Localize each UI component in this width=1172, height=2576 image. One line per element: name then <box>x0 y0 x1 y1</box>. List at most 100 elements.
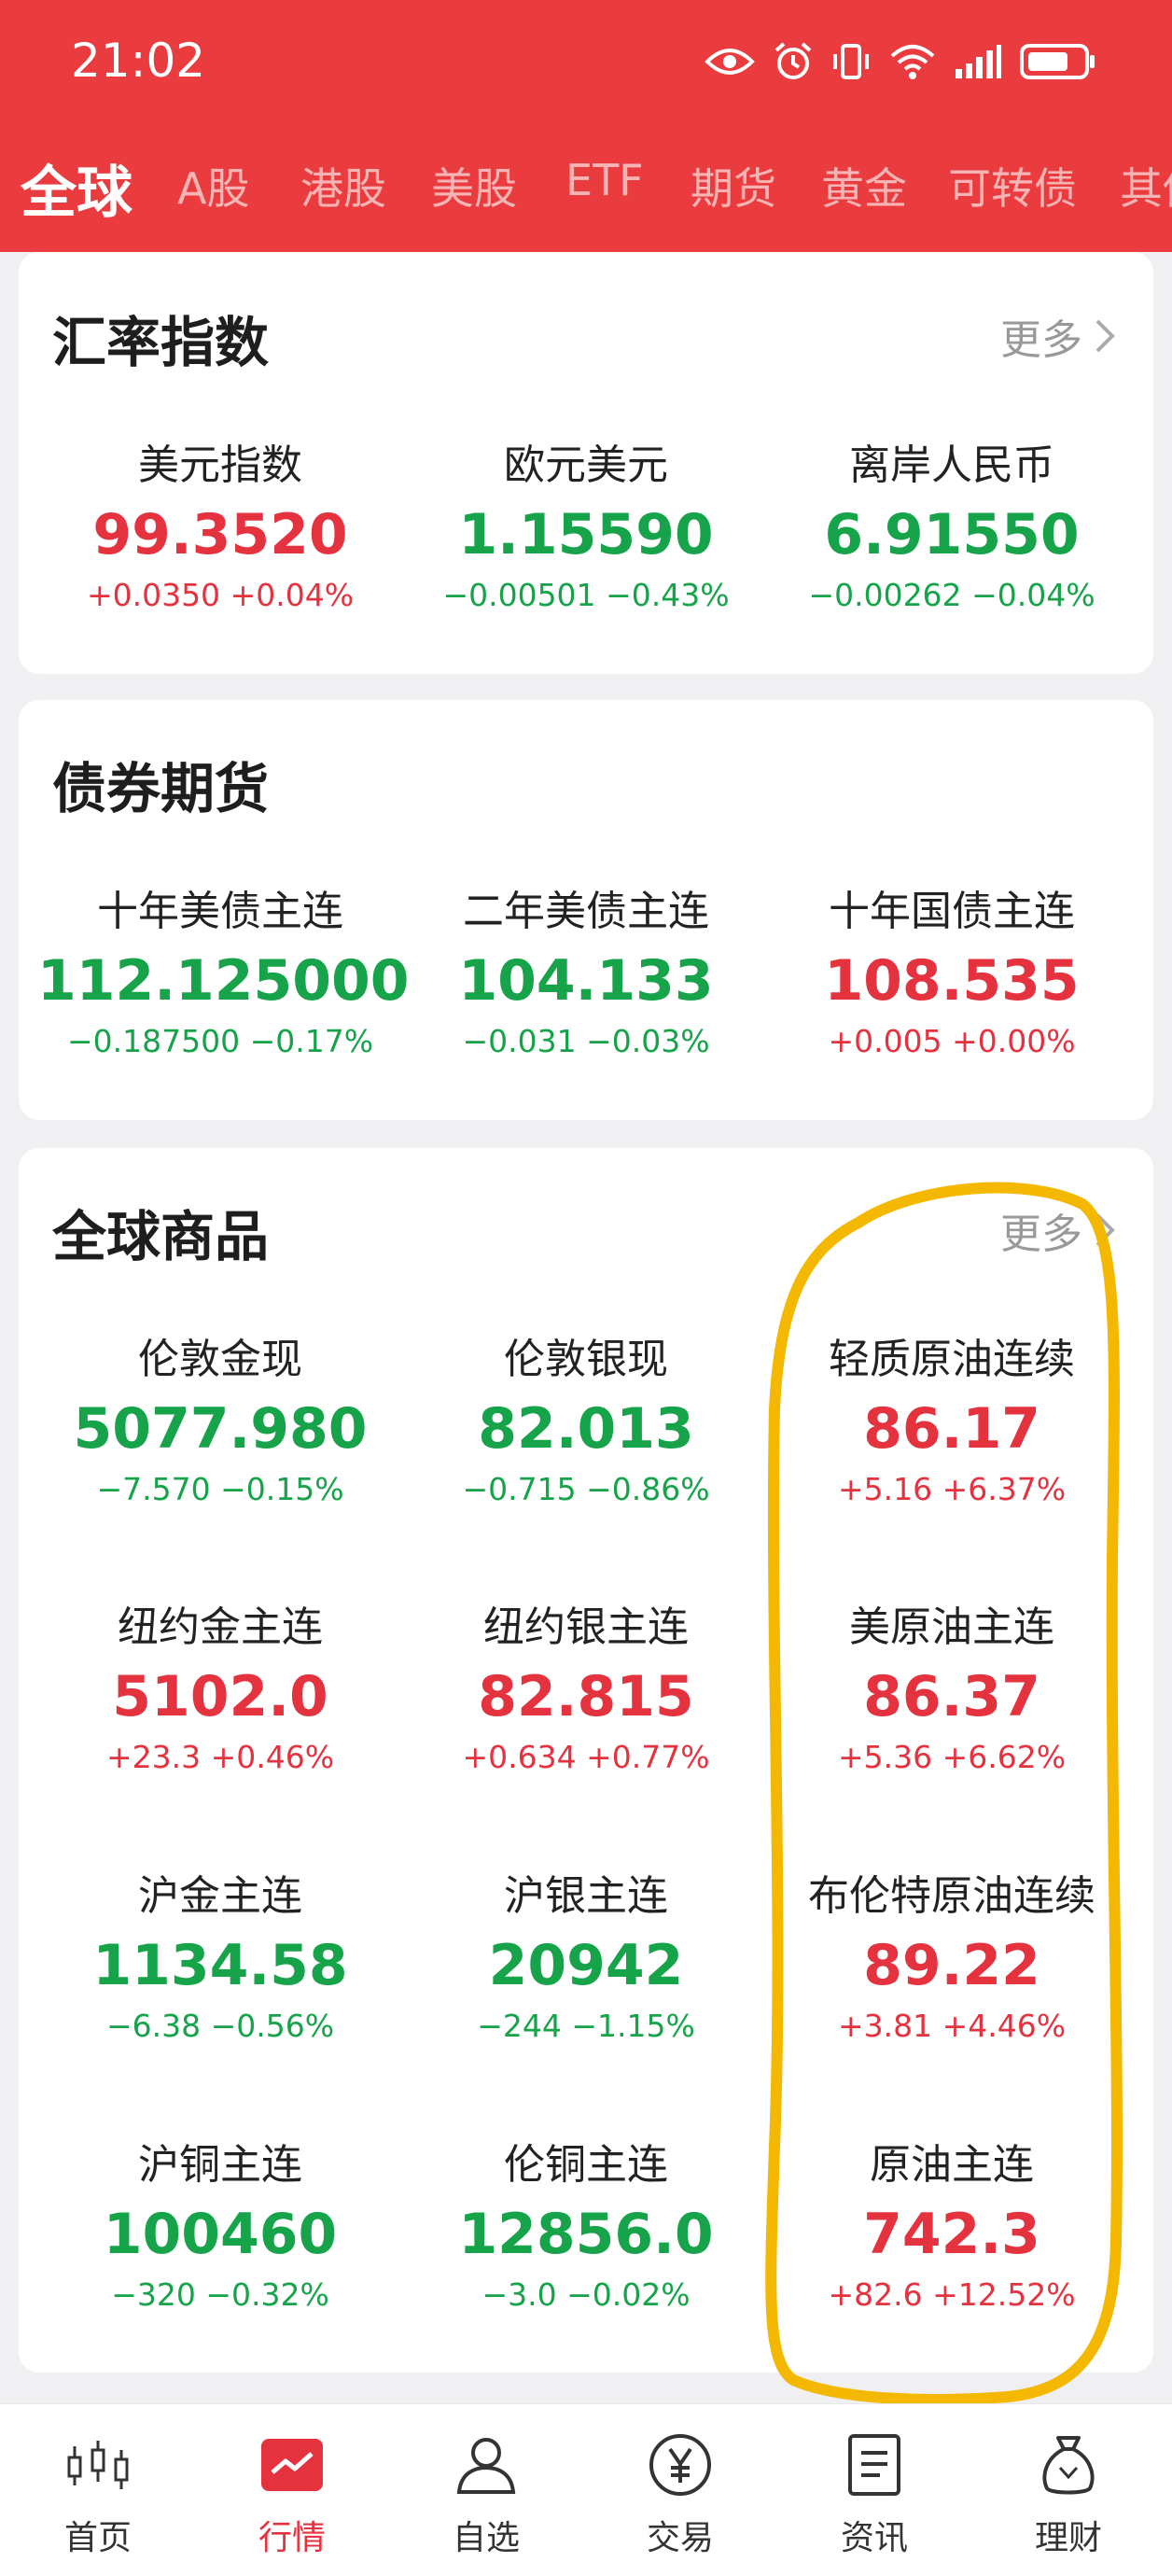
quote-london-silver-spot[interactable]: 伦敦银现 82.013 −0.715 −0.86% <box>403 1325 769 1507</box>
tab-a-shares[interactable]: A股 <box>177 155 249 217</box>
tab-gold[interactable]: 黄金 <box>821 155 907 217</box>
quote-change: +0.634 +0.77% <box>462 1739 710 1775</box>
quote-name: 沪铜主连 <box>138 2141 302 2189</box>
status-bar: 21:02 <box>0 0 1172 140</box>
tab-us-stocks[interactable]: 美股 <box>431 155 517 217</box>
document-icon <box>848 2434 900 2496</box>
quote-price: 82.013 <box>478 1396 694 1462</box>
exchange-rate-title: 汇率指数 <box>52 311 270 374</box>
quote-price: 89.22 <box>863 1933 1040 1998</box>
nav-home[interactable]: 首页 <box>28 2432 168 2559</box>
quote-change: +5.16 +6.37% <box>837 1471 1067 1507</box>
tab-futures[interactable]: 期货 <box>691 155 776 217</box>
tab-global[interactable]: 全球 <box>21 147 133 229</box>
nav-label: 资讯 <box>840 2519 908 2557</box>
quote-name: 十年国债主连 <box>829 888 1075 935</box>
nav-news[interactable]: 资讯 <box>804 2432 944 2559</box>
wifi-icon <box>890 45 935 79</box>
market-tabs: 全球 A股 港股 美股 ETF 期货 黄金 可转债 其他 <box>0 140 1172 252</box>
quote-change: −0.031 −0.03% <box>462 1023 710 1059</box>
nav-label: 理财 <box>1034 2519 1102 2557</box>
quote-name: 二年美债主连 <box>463 888 709 935</box>
quote-shanghai-silver-main[interactable]: 沪银主连 20942 −244 −1.15% <box>403 1862 769 2044</box>
quote-eur-usd[interactable]: 欧元美元 1.15590 −0.00501 −0.43% <box>403 431 769 613</box>
quote-price: 86.17 <box>863 1396 1040 1462</box>
eye-icon <box>705 49 755 75</box>
quote-name: 美原油主连 <box>849 1603 1054 1651</box>
chevron-right-icon <box>1095 319 1115 353</box>
quote-brent-crude-continuous[interactable]: 布伦特原油连续 89.22 +3.81 +4.46% <box>769 1862 1135 2044</box>
quote-us-dollar-index[interactable]: 美元指数 99.3520 +0.0350 +0.04% <box>37 431 403 613</box>
quote-london-copper-main[interactable]: 伦铜主连 12856.0 −3.0 −0.02% <box>403 2131 769 2313</box>
quote-price: 6.91550 <box>824 502 1080 567</box>
quote-price: 112.125000 <box>37 948 410 1014</box>
more-label: 更多 <box>1000 1211 1082 1258</box>
quote-10y-us-treasury[interactable]: 十年美债主连 112.125000 −0.187500 −0.17% <box>37 877 410 1059</box>
quote-change: −6.38 −0.56% <box>105 2008 335 2044</box>
quote-2y-us-treasury[interactable]: 二年美债主连 104.133 −0.031 −0.03% <box>403 877 769 1059</box>
quote-name: 伦铜主连 <box>504 2141 668 2189</box>
quote-change: +5.36 +6.62% <box>837 1739 1067 1775</box>
quote-crude-oil-main[interactable]: 原油主连 742.3 +82.6 +12.52% <box>769 2131 1135 2313</box>
quote-change: −320 −0.32% <box>111 2276 329 2313</box>
quote-change: −3.0 −0.02% <box>481 2276 691 2313</box>
quote-name: 纽约银主连 <box>483 1603 689 1651</box>
nav-wealth[interactable]: 理财 <box>998 2432 1138 2559</box>
quote-london-gold-spot[interactable]: 伦敦金现 5077.980 −7.570 −0.15% <box>37 1325 403 1507</box>
global-commodities-card: 全球商品 更多 伦敦金现 5077.980 −7.570 −0.15% 伦敦银现… <box>19 1148 1153 2373</box>
nav-market[interactable]: 行情 <box>222 2432 362 2559</box>
user-icon <box>456 2438 516 2494</box>
quote-nymex-silver-main[interactable]: 纽约银主连 82.815 +0.634 +0.77% <box>403 1593 769 1775</box>
alarm-icon <box>774 42 812 79</box>
nav-label: 交易 <box>646 2519 714 2557</box>
quote-change: +3.81 +4.46% <box>837 2008 1067 2044</box>
quote-change: −0.715 −0.86% <box>462 1471 710 1507</box>
quote-price: 12856.0 <box>458 2202 714 2267</box>
quote-change: +23.3 +0.46% <box>105 1739 335 1775</box>
quote-price: 1134.58 <box>92 1933 348 1998</box>
exchange-rate-card: 汇率指数 更多 美元指数 99.3520 +0.0350 +0.04% 欧元美元… <box>19 252 1153 674</box>
bond-futures-card: 债券期货 十年美债主连 112.125000 −0.187500 −0.17% … <box>19 700 1153 1120</box>
candlestick-icon <box>67 2441 129 2489</box>
quote-price: 108.535 <box>824 948 1080 1014</box>
quote-shanghai-gold-main[interactable]: 沪金主连 1134.58 −6.38 −0.56% <box>37 1862 403 2044</box>
quote-change: −0.00501 −0.43% <box>442 577 730 613</box>
exchange-more-link[interactable]: 更多 <box>1000 306 1116 366</box>
money-bag-icon <box>1042 2436 1095 2495</box>
yen-icon <box>649 2434 711 2496</box>
nav-label: 行情 <box>258 2519 326 2557</box>
quote-change: +82.6 +12.52% <box>828 2276 1076 2313</box>
bottom-navigation: 首页 行情 自选 交易 资讯 理财 <box>0 2403 1172 2576</box>
quote-nymex-gold-main[interactable]: 纽约金主连 5102.0 +23.3 +0.46% <box>37 1593 403 1775</box>
nav-trade[interactable]: 交易 <box>610 2432 750 2559</box>
quote-light-crude-continuous[interactable]: 轻质原油连续 86.17 +5.16 +6.37% <box>769 1325 1135 1507</box>
chevron-right-icon <box>1095 1213 1115 1247</box>
quote-price: 1.15590 <box>458 502 714 567</box>
nav-watchlist[interactable]: 自选 <box>416 2432 556 2559</box>
quote-name: 欧元美元 <box>504 441 668 489</box>
quote-name: 原油主连 <box>870 2141 1034 2189</box>
tab-convertible-bonds[interactable]: 可转债 <box>948 155 1077 217</box>
quote-change: −244 −1.15% <box>477 2008 695 2044</box>
commodities-title: 全球商品 <box>52 1205 270 1268</box>
quote-price: 82.815 <box>478 1664 694 1729</box>
quote-change: −0.00262 −0.04% <box>808 577 1095 613</box>
nav-label: 自选 <box>452 2519 520 2557</box>
quote-name: 十年美债主连 <box>97 888 343 935</box>
nav-label: 首页 <box>63 2519 132 2557</box>
quote-name: 纽约金主连 <box>118 1603 323 1651</box>
quote-name: 美元指数 <box>138 441 302 489</box>
commodities-more-link[interactable]: 更多 <box>1000 1200 1116 1260</box>
quote-change: +0.005 +0.00% <box>828 1023 1076 1059</box>
quote-name: 沪银主连 <box>504 1872 668 1920</box>
quote-shanghai-copper-main[interactable]: 沪铜主连 100460 −320 −0.32% <box>37 2131 403 2313</box>
tab-hk-stocks[interactable]: 港股 <box>300 155 386 217</box>
battery-icon <box>1020 44 1095 79</box>
quote-offshore-rmb[interactable]: 离岸人民币 6.91550 −0.00262 −0.04% <box>769 431 1135 613</box>
quote-us-crude-main[interactable]: 美原油主连 86.37 +5.36 +6.62% <box>769 1593 1135 1775</box>
quote-change: +0.0350 +0.04% <box>86 577 355 613</box>
quote-10y-cn-treasury[interactable]: 十年国债主连 108.535 +0.005 +0.00% <box>769 877 1135 1059</box>
tab-etf[interactable]: ETF <box>565 155 644 205</box>
tab-other[interactable]: 其他 <box>1120 155 1172 217</box>
quote-price: 5102.0 <box>112 1664 328 1729</box>
